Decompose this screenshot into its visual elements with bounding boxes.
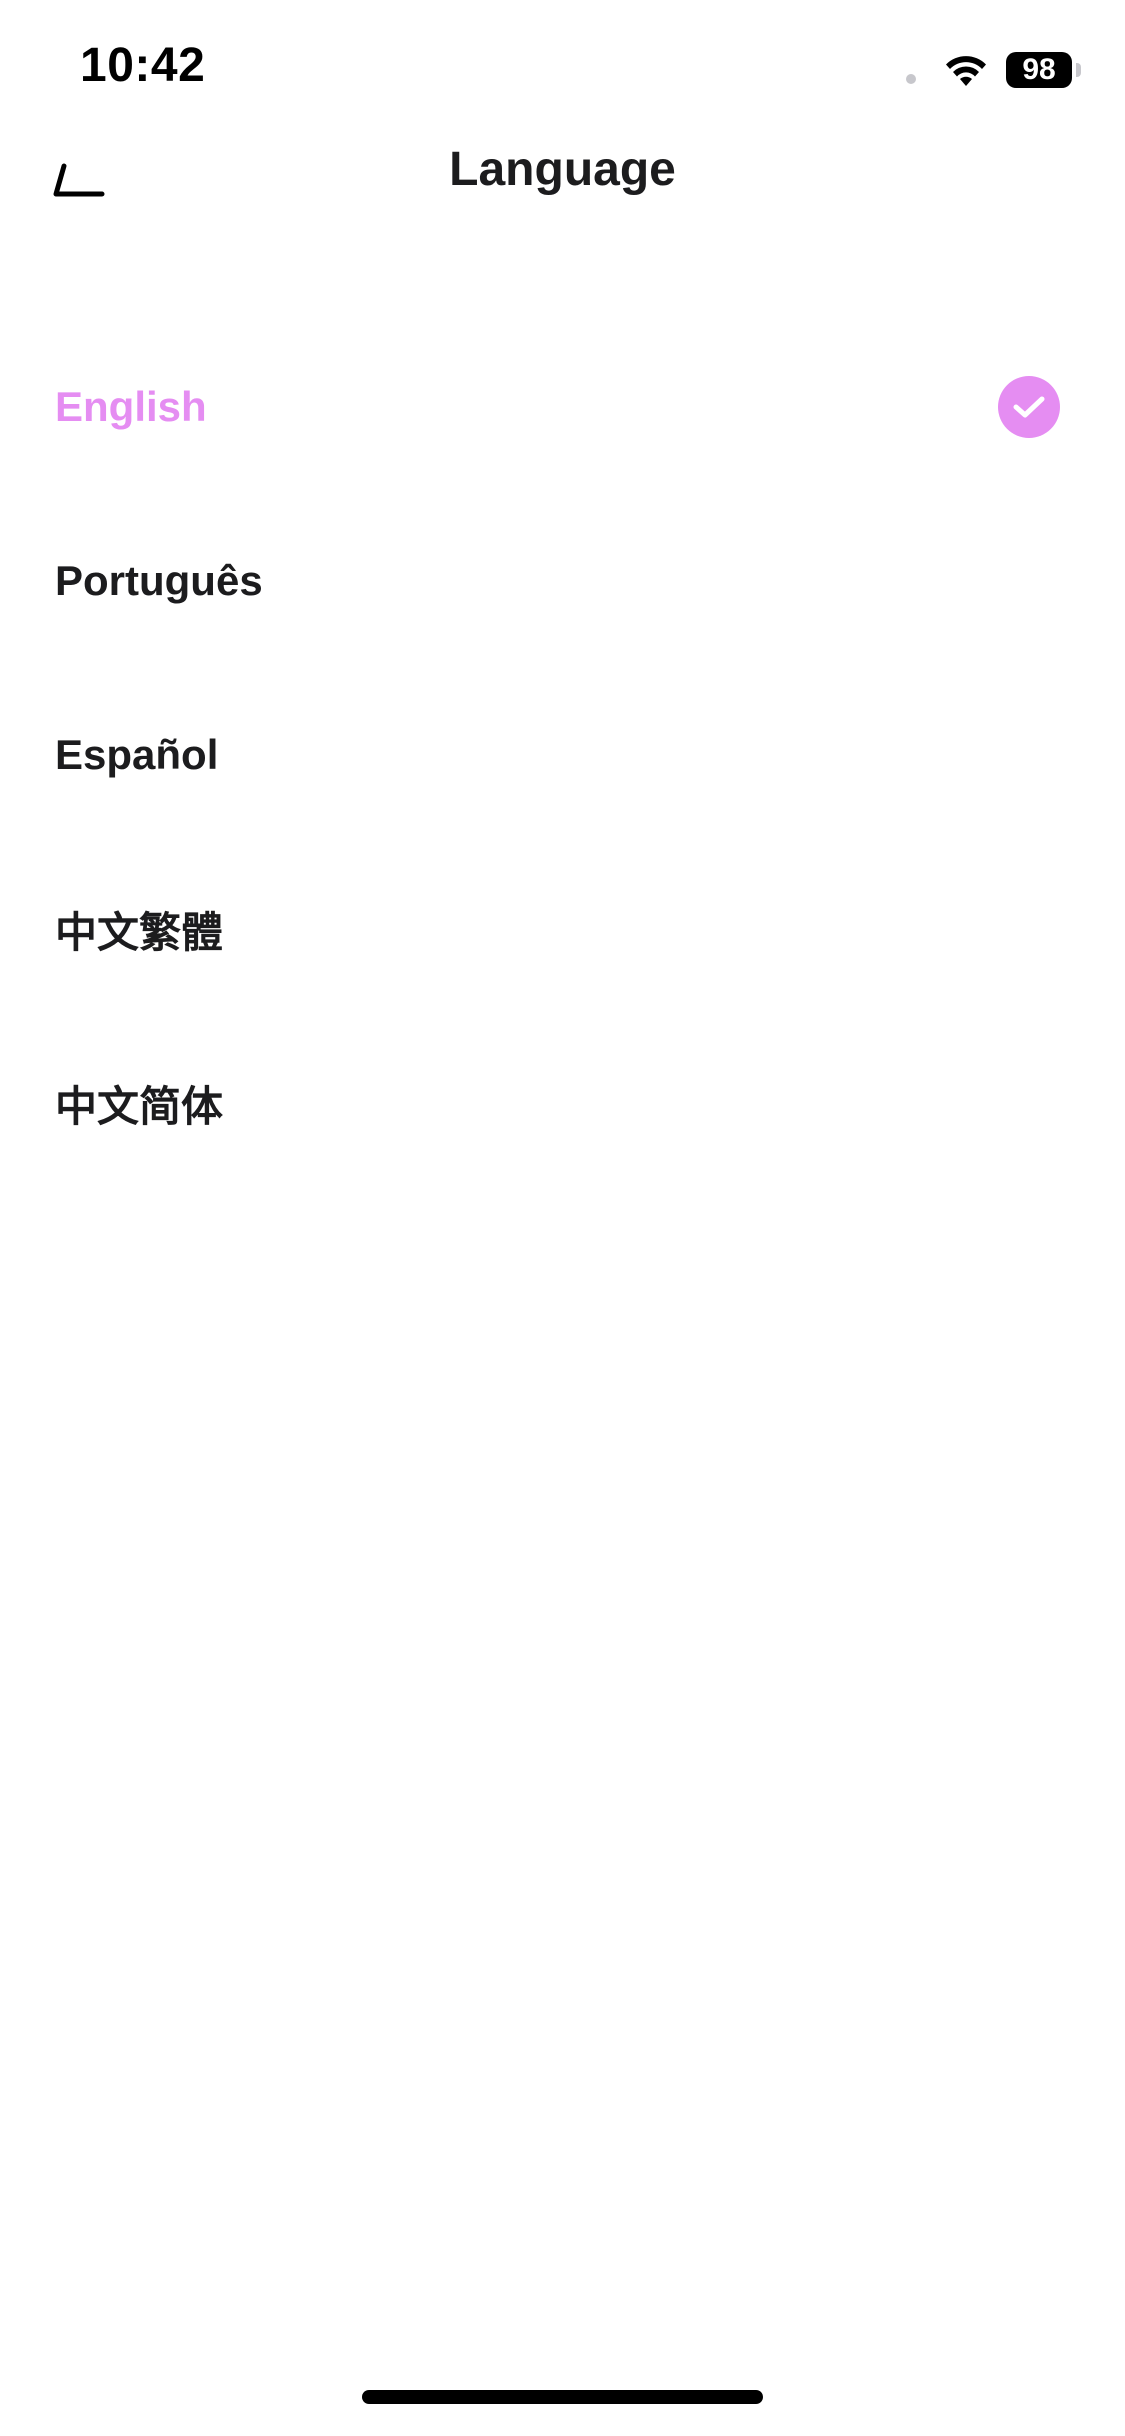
nav-bar: Language bbox=[0, 120, 1125, 220]
checkmark-icon bbox=[998, 376, 1060, 438]
language-label: Português bbox=[55, 557, 263, 604]
battery-icon: 98 bbox=[1006, 52, 1072, 88]
status-bar: 10:42 98 bbox=[0, 0, 1125, 132]
language-label: English bbox=[55, 383, 207, 430]
language-list: English Português Español 中文繁體 中文简体 bbox=[0, 320, 1125, 1190]
language-item-chinese-simplified[interactable]: 中文简体 bbox=[0, 1016, 1125, 1190]
page-title: Language bbox=[449, 143, 676, 196]
battery-cap bbox=[1076, 63, 1081, 77]
language-item-spanish[interactable]: Español bbox=[0, 668, 1125, 842]
language-label: 中文简体 bbox=[55, 1082, 224, 1130]
status-indicators: 98 bbox=[906, 50, 1081, 90]
language-label: 中文繁體 bbox=[55, 908, 224, 956]
signal-dot-icon bbox=[906, 74, 916, 84]
language-label: Español bbox=[55, 731, 219, 778]
language-item-english[interactable]: English bbox=[0, 320, 1125, 494]
language-item-chinese-traditional[interactable]: 中文繁體 bbox=[0, 842, 1125, 1016]
battery-level: 98 bbox=[1022, 53, 1056, 86]
home-indicator[interactable] bbox=[362, 2390, 763, 2404]
language-item-portuguese[interactable]: Português bbox=[0, 494, 1125, 668]
status-time: 10:42 bbox=[80, 39, 206, 92]
wifi-icon bbox=[942, 52, 990, 88]
